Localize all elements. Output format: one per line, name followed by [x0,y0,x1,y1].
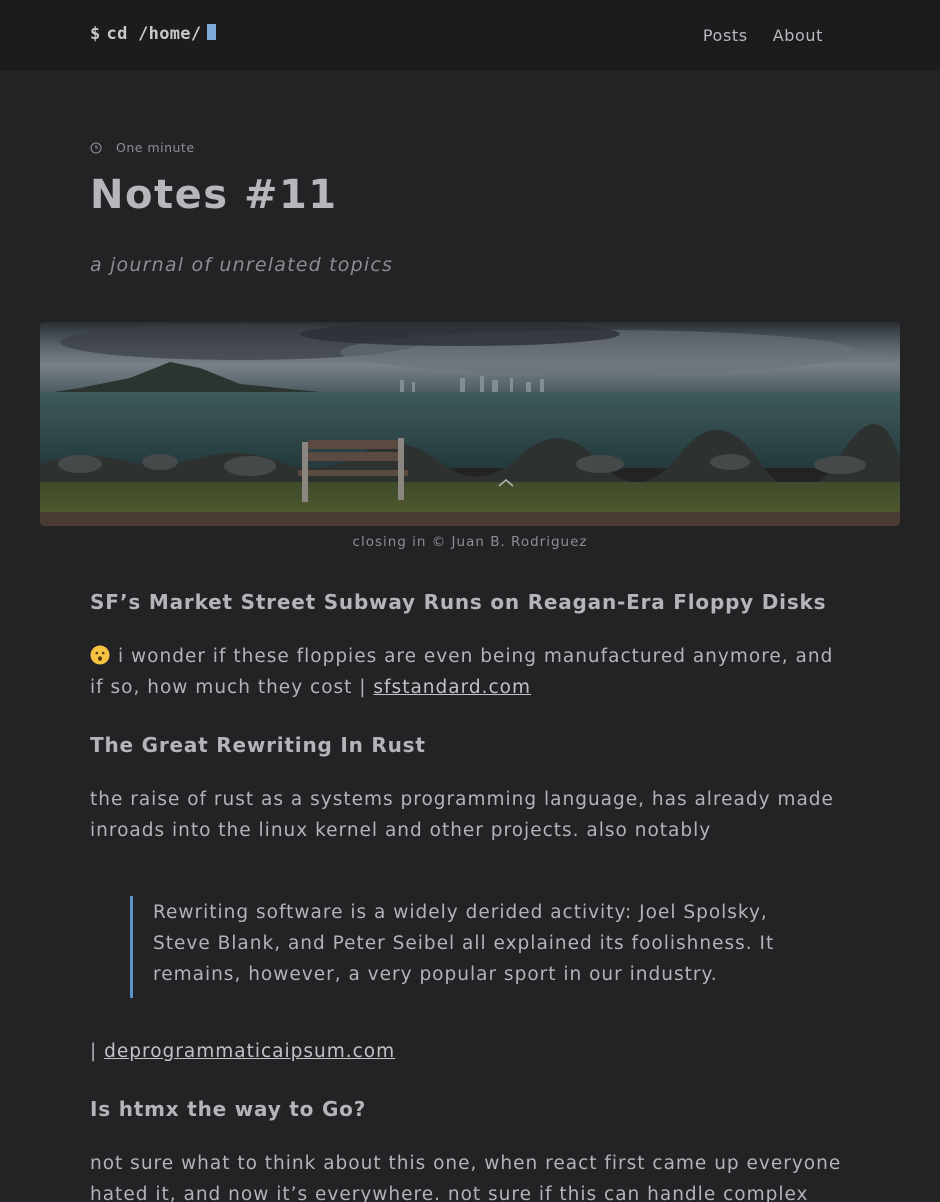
nav-posts-link[interactable]: Posts [703,26,748,45]
reading-time-label: One minute [116,140,195,155]
terminal-cursor-icon [207,24,217,40]
clock-icon [90,141,102,154]
hero-image [40,322,900,526]
sfstandard-link[interactable]: sfstandard.com [373,677,531,698]
hushed-face-icon [90,645,110,665]
post-title: Notes #11 [90,172,338,218]
section-heading-htmx: Is htmx the way to Go? [90,1097,367,1121]
rust-source-line: | deprogrammaticaipsum.com [90,1036,850,1067]
brand-path: cd /home/ [106,24,202,44]
section-heading-rust: The Great Rewriting In Rust [90,733,426,757]
image-caption: closing in © Juan B. Rodriguez [352,534,588,550]
section-text-floppy: i wonder if these floppies are even bein… [90,641,850,703]
section-text-rust: the raise of rust as a systems programmi… [90,789,834,841]
section-text-htmx: not sure what to think about this one, w… [90,1153,842,1202]
nav-about-link[interactable]: About [773,26,823,45]
deprogrammaticaipsum-link[interactable]: deprogrammaticaipsum.com [104,1041,395,1062]
main-nav: Posts About [703,26,823,45]
rust-source-prefix: | [90,1041,105,1062]
rust-quote: Rewriting software is a widely derided a… [130,896,793,998]
brand-prompt: $ [90,24,101,44]
section-heading-floppy: SF’s Market Street Subway Runs on Reagan… [90,590,827,614]
rust-quote-text: Rewriting software is a widely derided a… [153,902,775,985]
top-bar: $ cd /home/ Posts About [0,0,940,70]
post-subtitle: a journal of unrelated topics [90,254,394,276]
reading-time: One minute [90,140,195,155]
post-body: SF’s Market Street Subway Runs on Reagan… [90,590,850,1202]
site-brand[interactable]: $ cd /home/ [90,24,217,44]
